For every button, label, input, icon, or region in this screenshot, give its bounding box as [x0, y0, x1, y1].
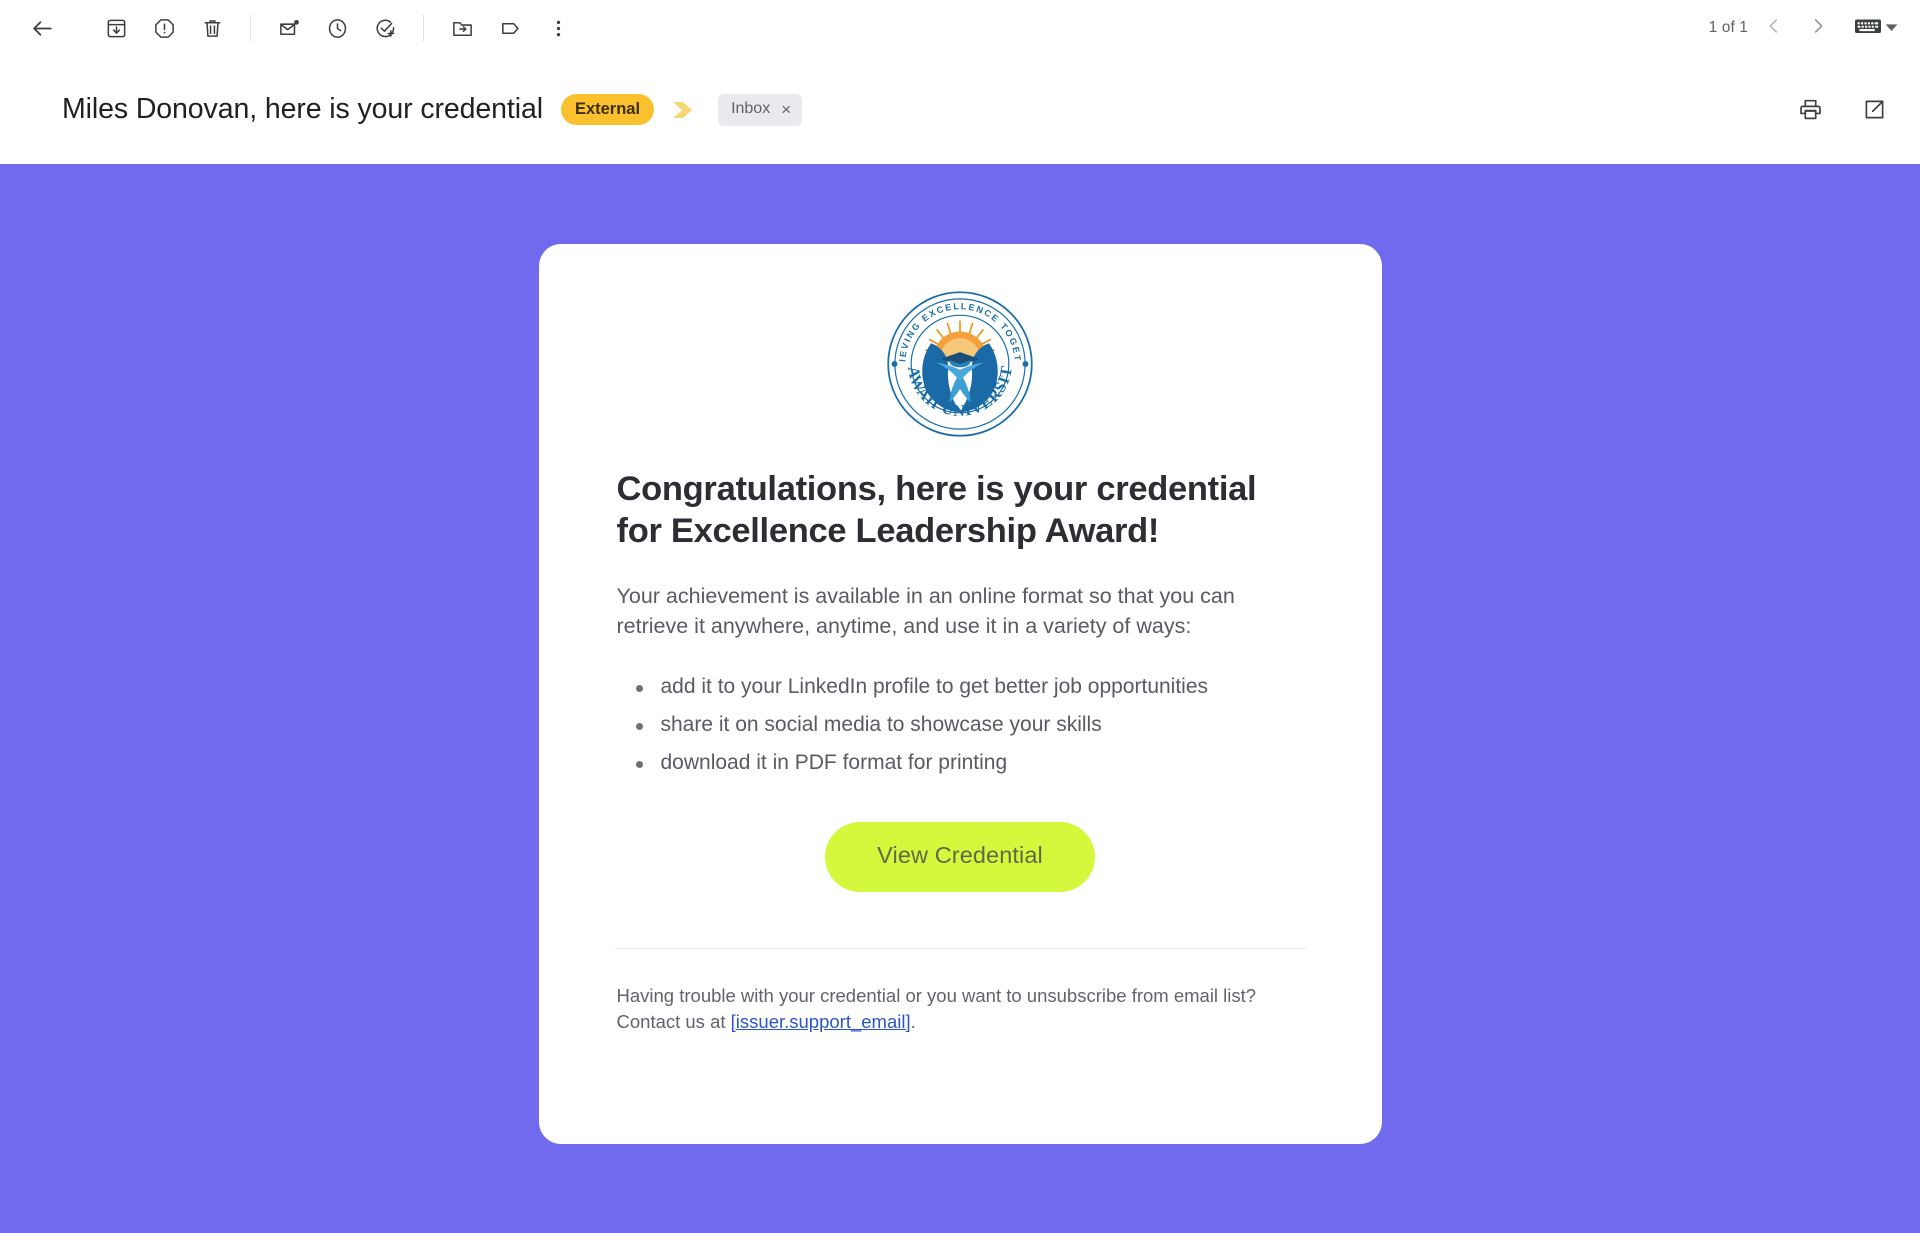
- list-item: add it to your LinkedIn profile to get b…: [635, 673, 1306, 702]
- back-to-inbox-button[interactable]: [18, 4, 66, 52]
- clock-icon: [326, 17, 349, 40]
- more-vertical-icon: [547, 17, 570, 40]
- email-footnote: Having trouble with your credential or y…: [615, 983, 1306, 1036]
- message-toolbar: 1 of 1: [0, 0, 1920, 56]
- footnote-text: Having trouble with your credential or y…: [616, 984, 1257, 1033]
- delete-button[interactable]: [188, 4, 236, 52]
- label-chip-text: Inbox: [731, 100, 771, 117]
- more-options-button[interactable]: [534, 4, 582, 52]
- benefits-list: add it to your LinkedIn profile to get b…: [615, 673, 1306, 778]
- report-spam-button[interactable]: [140, 4, 188, 52]
- support-email-link[interactable]: [issuer.support_email]: [731, 1011, 911, 1032]
- chevron-left-icon: [1763, 15, 1785, 42]
- message-counter: 1 of 1: [1708, 19, 1748, 36]
- email-card: ACHIEVING EXCELLENCE TOGETHER HAWAII UNI…: [538, 244, 1382, 1144]
- printer-icon: [1798, 97, 1823, 122]
- toolbar-actions: [18, 4, 582, 52]
- keyboard-icon: [1854, 16, 1882, 41]
- open-in-new-window-button[interactable]: [1850, 86, 1898, 134]
- email-intro-paragraph: Your achievement is available in an onli…: [616, 584, 1235, 638]
- trash-icon: [201, 17, 224, 40]
- remove-label-icon[interactable]: ×: [781, 101, 791, 118]
- external-badge[interactable]: External: [560, 93, 655, 126]
- list-item: download it in PDF format for printing: [635, 749, 1306, 778]
- important-marker-icon[interactable]: [670, 99, 696, 121]
- email-body-canvas: ACHIEVING EXCELLENCE TOGETHER HAWAII UNI…: [0, 164, 1920, 1233]
- exclamation-octagon-icon: [153, 17, 176, 40]
- list-item: share it on social media to showcase you…: [635, 711, 1306, 740]
- task-check-plus-icon: [374, 17, 397, 40]
- page-title: Miles Donovan, here is your credential: [62, 93, 543, 125]
- footnote-suffix: .: [910, 1011, 916, 1033]
- archive-icon: [105, 17, 128, 40]
- envelope-unread-icon: [278, 17, 301, 40]
- chevron-down-icon: [1885, 19, 1898, 37]
- label-chip-inbox[interactable]: Inbox ×: [718, 93, 803, 126]
- arrow-left-icon: [30, 16, 55, 41]
- toolbar-divider-1: [250, 15, 251, 41]
- subject-header: Miles Donovan, here is your credential E…: [0, 56, 1920, 164]
- archive-button[interactable]: [92, 4, 140, 52]
- cta-row: View Credential: [615, 822, 1306, 892]
- external-link-icon: [1862, 97, 1887, 122]
- add-to-tasks-button[interactable]: [361, 4, 409, 52]
- label-tag-icon: [499, 17, 522, 40]
- issuer-logo: ACHIEVING EXCELLENCE TOGETHER HAWAII UNI…: [615, 290, 1306, 438]
- labels-button[interactable]: [486, 4, 534, 52]
- subject-header-actions: [1786, 86, 1898, 134]
- toolbar-divider-2: [423, 15, 424, 41]
- print-button[interactable]: [1786, 86, 1834, 134]
- mark-unread-button[interactable]: [265, 4, 313, 52]
- chevron-right-icon: [1807, 15, 1829, 42]
- email-headline: Congratulations, here is your credential…: [616, 470, 1257, 551]
- hawaii-university-seal-icon: ACHIEVING EXCELLENCE TOGETHER HAWAII UNI…: [886, 290, 1033, 437]
- view-credential-button[interactable]: View Credential: [825, 822, 1095, 892]
- folder-move-icon: [451, 17, 474, 40]
- newer-message-button[interactable]: [1752, 6, 1796, 50]
- message-pagination: 1 of 1: [1709, 6, 1898, 50]
- move-to-button[interactable]: [438, 4, 486, 52]
- snooze-button[interactable]: [313, 4, 361, 52]
- footer-divider: [614, 947, 1306, 949]
- keyboard-shortcuts-button[interactable]: [1854, 16, 1898, 41]
- older-message-button[interactable]: [1796, 6, 1840, 50]
